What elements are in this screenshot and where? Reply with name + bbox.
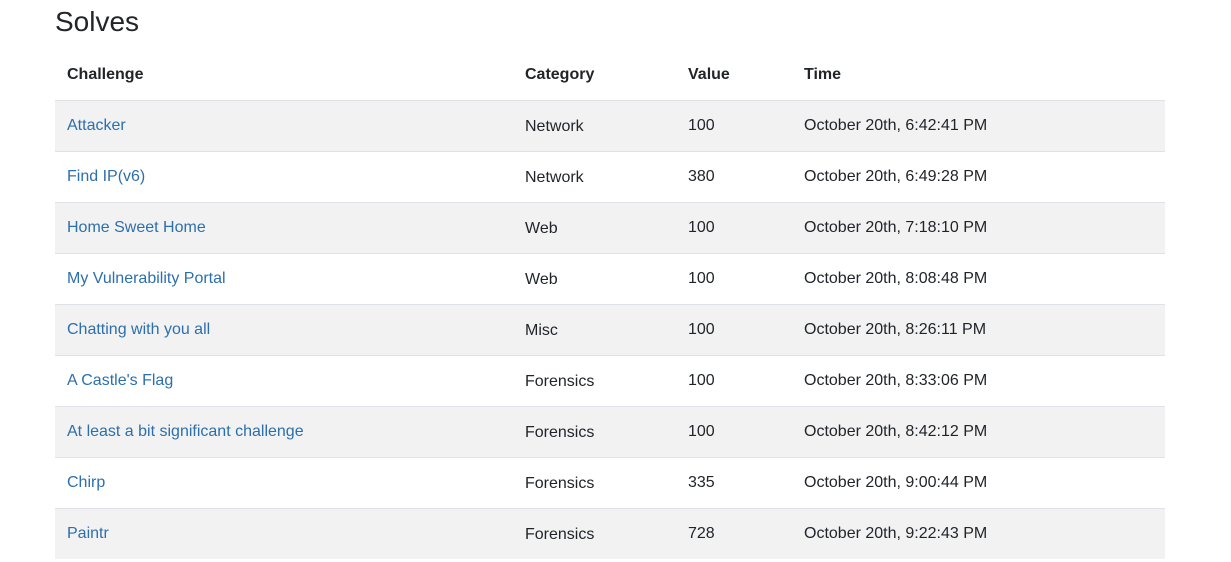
value-cell: 100 — [676, 406, 792, 458]
column-header-value: Value — [676, 50, 792, 101]
table-row: Attacker Network 100 October 20th, 6:42:… — [55, 100, 1165, 152]
table-row: A Castle's Flag Forensics 100 October 20… — [55, 355, 1165, 407]
category-cell: Misc — [513, 304, 676, 356]
column-header-challenge: Challenge — [55, 50, 513, 101]
value-cell: 728 — [676, 508, 792, 559]
challenge-link[interactable]: Chatting with you all — [67, 321, 210, 338]
challenge-cell: Find IP(v6) — [55, 151, 513, 203]
challenge-cell: Home Sweet Home — [55, 202, 513, 254]
category-cell: Forensics — [513, 355, 676, 407]
column-header-category: Category — [513, 50, 676, 101]
challenge-link[interactable]: Attacker — [67, 117, 126, 134]
challenge-link[interactable]: A Castle's Flag — [67, 372, 173, 389]
value-cell: 100 — [676, 355, 792, 407]
challenge-cell: A Castle's Flag — [55, 355, 513, 407]
value-cell: 100 — [676, 202, 792, 254]
challenge-cell: My Vulnerability Portal — [55, 253, 513, 305]
table-row: Chirp Forensics 335 October 20th, 9:00:4… — [55, 457, 1165, 509]
solves-section: Solves Challenge Category Value Time Att… — [55, 0, 1165, 559]
challenge-cell: Chatting with you all — [55, 304, 513, 356]
category-cell: Web — [513, 202, 676, 254]
value-cell: 380 — [676, 151, 792, 203]
time-cell: October 20th, 6:49:28 PM — [792, 151, 1165, 203]
category-cell: Network — [513, 151, 676, 203]
time-cell: October 20th, 9:00:44 PM — [792, 457, 1165, 509]
category-cell: Forensics — [513, 508, 676, 559]
time-cell: October 20th, 7:18:10 PM — [792, 202, 1165, 254]
challenge-link[interactable]: Chirp — [67, 474, 105, 491]
challenge-link[interactable]: Find IP(v6) — [67, 168, 145, 185]
challenge-cell: Paintr — [55, 508, 513, 559]
category-cell: Forensics — [513, 457, 676, 509]
time-cell: October 20th, 9:22:43 PM — [792, 508, 1165, 559]
section-title: Solves — [55, 6, 140, 37]
category-cell: Network — [513, 100, 676, 152]
table-row: Paintr Forensics 728 October 20th, 9:22:… — [55, 508, 1165, 559]
value-cell: 100 — [676, 100, 792, 152]
challenge-cell: At least a bit significant challenge — [55, 406, 513, 458]
table-row: My Vulnerability Portal Web 100 October … — [55, 253, 1165, 305]
category-cell: Web — [513, 253, 676, 305]
header-row: Challenge Category Value Time — [55, 50, 1165, 101]
column-header-time: Time — [792, 50, 1165, 101]
value-cell: 100 — [676, 253, 792, 305]
table-row: Chatting with you all Misc 100 October 2… — [55, 304, 1165, 356]
challenge-link[interactable]: My Vulnerability Portal — [67, 270, 226, 287]
time-cell: October 20th, 8:42:12 PM — [792, 406, 1165, 458]
challenge-cell: Chirp — [55, 457, 513, 509]
solves-table: Challenge Category Value Time Attacker N… — [55, 50, 1165, 559]
time-cell: October 20th, 8:26:11 PM — [792, 304, 1165, 356]
value-cell: 335 — [676, 457, 792, 509]
table-header: Challenge Category Value Time — [55, 50, 1165, 101]
challenge-link[interactable]: At least a bit significant challenge — [67, 423, 304, 440]
table-row: At least a bit significant challenge For… — [55, 406, 1165, 458]
table-row: Find IP(v6) Network 380 October 20th, 6:… — [55, 151, 1165, 203]
category-cell: Forensics — [513, 406, 676, 458]
challenge-cell: Attacker — [55, 100, 513, 152]
time-cell: October 20th, 8:08:48 PM — [792, 253, 1165, 305]
table-row: Home Sweet Home Web 100 October 20th, 7:… — [55, 202, 1165, 254]
time-cell: October 20th, 6:42:41 PM — [792, 100, 1165, 152]
time-cell: October 20th, 8:33:06 PM — [792, 355, 1165, 407]
challenge-link[interactable]: Home Sweet Home — [67, 219, 206, 236]
value-cell: 100 — [676, 304, 792, 356]
challenge-link[interactable]: Paintr — [67, 525, 109, 542]
table-body: Attacker Network 100 October 20th, 6:42:… — [55, 100, 1165, 559]
